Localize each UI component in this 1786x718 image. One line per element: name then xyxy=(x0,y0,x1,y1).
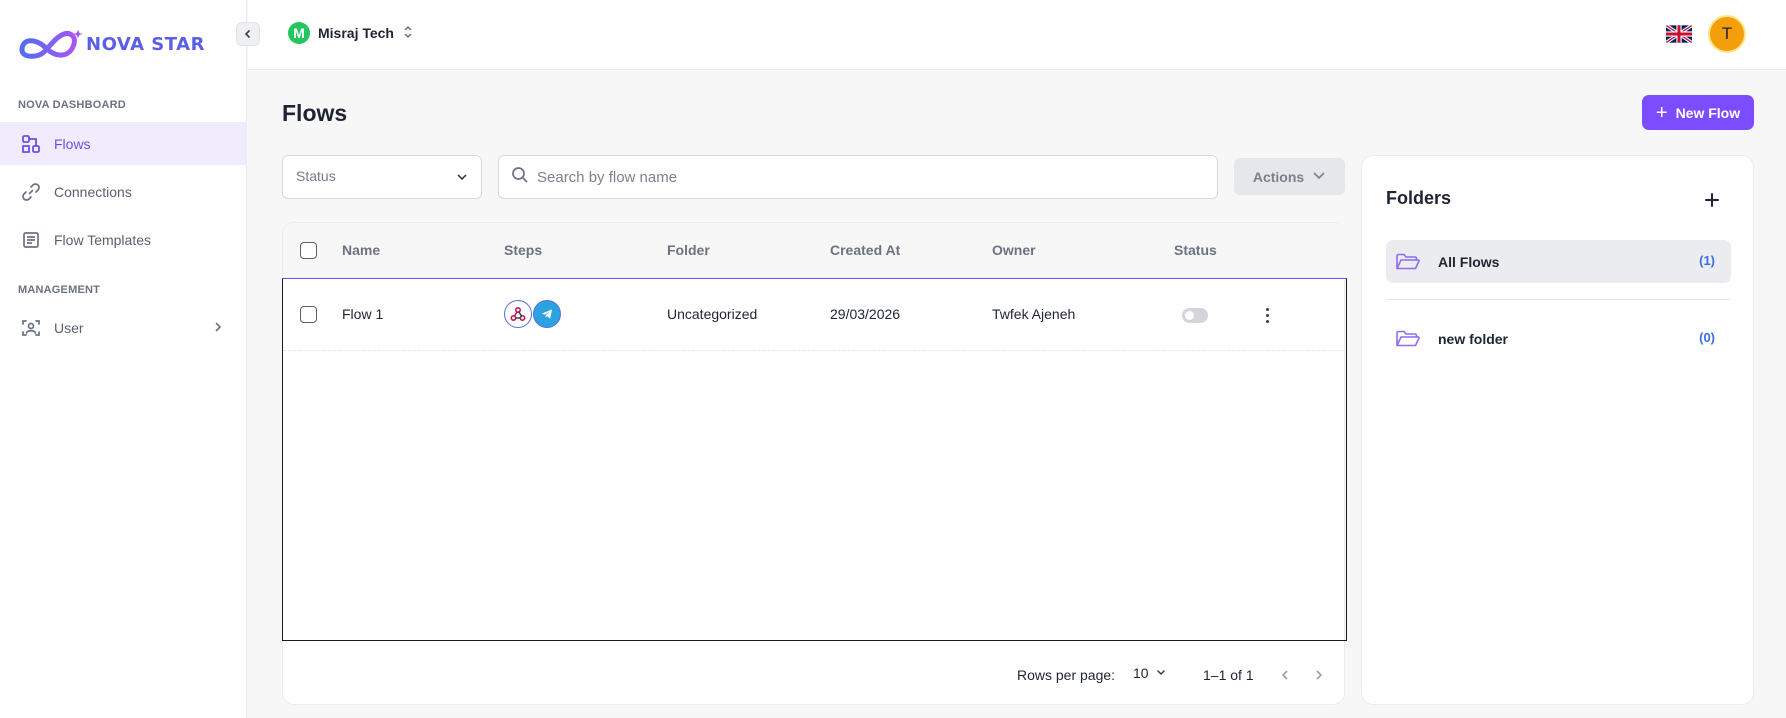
status-filter-placeholder: Status xyxy=(296,168,336,184)
plus-icon: + xyxy=(1655,101,1668,124)
column-header-steps[interactable]: Steps xyxy=(504,242,542,258)
uk-flag-icon[interactable] xyxy=(1666,24,1692,44)
column-header-status[interactable]: Status xyxy=(1174,242,1217,258)
new-flow-label: New Flow xyxy=(1675,104,1741,121)
workspace-name: Misraj Tech xyxy=(318,25,394,41)
workspace-switcher[interactable]: M Misraj Tech xyxy=(288,22,414,44)
sidebar: NOVA STAR NOVA DASHBOARD Flows Connectio… xyxy=(0,0,247,718)
column-header-folder[interactable]: Folder xyxy=(667,242,710,258)
top-header: M Misraj Tech T xyxy=(248,0,1786,70)
folder-name: new folder xyxy=(1438,330,1509,347)
row-checkbox[interactable] xyxy=(300,306,317,323)
workspace-badge: M xyxy=(288,22,310,44)
brand-name: NOVA STAR xyxy=(86,33,205,55)
chevron-left-icon xyxy=(244,29,251,39)
new-flow-button[interactable]: + New Flow xyxy=(1642,95,1754,130)
rows-per-page-label: Rows per page: xyxy=(1017,667,1116,683)
chevron-up-down-icon xyxy=(402,24,414,43)
sidebar-collapse-button[interactable] xyxy=(236,22,260,46)
column-header-created-at[interactable]: Created At xyxy=(830,242,900,258)
telegram-icon xyxy=(533,300,561,328)
template-icon xyxy=(20,229,42,251)
chevron-down-icon xyxy=(1312,168,1326,185)
pagination: Rows per page: 10 1–1 of 1 xyxy=(283,641,1346,706)
rows-per-page-value: 10 xyxy=(1133,665,1149,681)
user-avatar[interactable]: T xyxy=(1708,15,1746,53)
chevron-down-icon xyxy=(455,170,469,187)
sidebar-item-label: User xyxy=(54,319,84,336)
actions-button[interactable]: Actions xyxy=(1234,158,1345,195)
folder-item-new-folder[interactable]: new folder (0) xyxy=(1386,317,1731,360)
flow-status-toggle[interactable] xyxy=(1182,308,1208,323)
folder-open-icon xyxy=(1394,328,1422,350)
search-box[interactable] xyxy=(498,155,1218,199)
chevron-down-icon xyxy=(1155,665,1167,681)
add-folder-button[interactable] xyxy=(1700,188,1724,212)
sidebar-item-flows[interactable]: Flows xyxy=(0,122,247,165)
flow-name[interactable]: Flow 1 xyxy=(342,306,383,322)
chevron-right-icon xyxy=(1316,670,1323,680)
previous-page-button[interactable] xyxy=(1275,665,1295,685)
table-row[interactable]: Flow 1 Uncategorized 29/03/2026 Twfek Aj… xyxy=(283,279,1345,351)
table-header: Name Steps Folder Created At Owner Statu… xyxy=(283,223,1346,278)
flow-owner: Twfek Ajeneh xyxy=(992,306,1076,322)
page-title: Flows xyxy=(282,100,348,126)
folder-open-icon xyxy=(1394,251,1422,273)
sidebar-item-user[interactable]: User xyxy=(0,306,247,349)
folder-count: (1) xyxy=(1699,253,1715,268)
sidebar-item-label: Flows xyxy=(54,135,91,152)
sidebar-item-flow-templates[interactable]: Flow Templates xyxy=(0,218,247,261)
select-all-checkbox[interactable] xyxy=(300,242,317,259)
column-header-owner[interactable]: Owner xyxy=(992,242,1036,258)
webhook-icon xyxy=(504,300,532,328)
link-icon xyxy=(20,181,42,203)
user-scan-icon xyxy=(20,317,42,339)
brand-logo[interactable]: NOVA STAR xyxy=(16,26,205,62)
folder-name: All Flows xyxy=(1438,253,1500,270)
search-icon xyxy=(511,166,529,189)
folders-panel: Folders All Flows (1) new folder (0) xyxy=(1361,155,1754,705)
status-filter-select[interactable]: Status xyxy=(282,155,482,199)
row-more-icon[interactable] xyxy=(1257,303,1277,327)
flows-table: Name Steps Folder Created At Owner Statu… xyxy=(282,222,1347,706)
actions-label: Actions xyxy=(1252,168,1305,185)
folders-divider xyxy=(1386,299,1731,300)
sidebar-item-connections[interactable]: Connections xyxy=(0,170,247,213)
sidebar-item-label: Connections xyxy=(54,183,132,200)
flow-folder: Uncategorized xyxy=(667,306,758,322)
section-label-nova-dashboard: NOVA DASHBOARD xyxy=(18,99,126,111)
infinity-star-icon xyxy=(19,30,83,59)
search-input[interactable] xyxy=(537,168,1177,186)
column-header-name[interactable]: Name xyxy=(342,242,380,258)
chevron-left-icon xyxy=(1281,670,1288,680)
sidebar-item-label: Flow Templates xyxy=(54,231,152,248)
rows-per-page-select[interactable]: 10 xyxy=(1133,665,1167,681)
flows-icon xyxy=(20,133,42,155)
folder-item-all-flows[interactable]: All Flows (1) xyxy=(1386,240,1731,283)
table-body: Flow 1 Uncategorized 29/03/2026 Twfek Aj… xyxy=(282,278,1347,641)
folder-count: (0) xyxy=(1699,330,1715,345)
chevron-right-icon xyxy=(211,320,225,337)
folders-title: Folders xyxy=(1386,188,1452,208)
section-label-management: MANAGEMENT xyxy=(18,284,101,296)
plus-icon xyxy=(1705,193,1719,207)
page-range: 1–1 of 1 xyxy=(1203,667,1254,683)
flow-created-at: 29/03/2026 xyxy=(830,306,901,322)
next-page-button[interactable] xyxy=(1309,665,1329,685)
flow-steps xyxy=(504,300,562,328)
